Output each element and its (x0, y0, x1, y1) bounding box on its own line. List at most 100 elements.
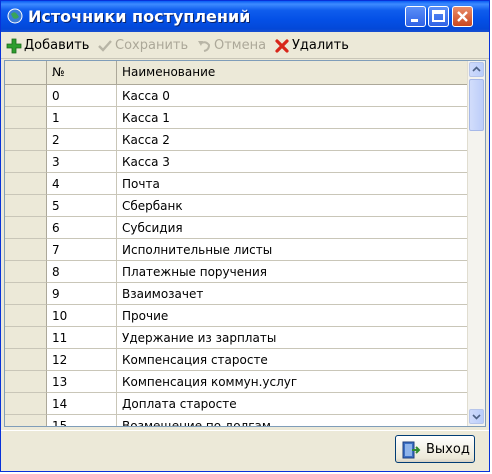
table-row[interactable]: 10 Прочие (5, 305, 469, 327)
save-button[interactable]: Сохранить (97, 37, 189, 55)
table-row[interactable]: 8 Платежные поручения (5, 261, 469, 283)
cell-number[interactable]: 4 (47, 173, 117, 195)
table-row[interactable]: 3 Касса 3 (5, 151, 469, 173)
globe-icon (7, 8, 23, 24)
header-indicator (5, 61, 47, 84)
cell-name[interactable]: Касса 2 (117, 129, 469, 151)
maximize-icon (432, 10, 445, 22)
sources-grid[interactable]: № Наименование 0 Касса 0 1 Касса 1 2 Касса 23… (4, 60, 486, 427)
grid-header: № Наименование (5, 61, 469, 85)
window-title: Источники поступлений (28, 7, 251, 26)
toolbar: Добавить Сохранить Отмена Удалить (1, 33, 489, 59)
row-indicator[interactable] (5, 217, 47, 239)
table-row[interactable]: 1 Касса 1 (5, 107, 469, 129)
checkmark-icon (98, 40, 112, 52)
cancel-button[interactable]: Отмена (196, 37, 268, 55)
table-row[interactable]: 12 Компенсация старосте (5, 349, 469, 371)
cell-number[interactable]: 14 (47, 393, 117, 415)
close-icon (457, 11, 468, 22)
plus-icon (6, 38, 22, 54)
row-indicator[interactable] (5, 371, 47, 393)
scroll-down-arrow-icon (472, 414, 481, 420)
row-indicator[interactable] (5, 349, 47, 371)
cancel-label: Отмена (214, 38, 267, 53)
delete-button[interactable]: Удалить (274, 37, 350, 55)
add-label: Добавить (24, 38, 90, 53)
table-row[interactable]: 7 Исполнительные листы (5, 239, 469, 261)
cell-name[interactable]: Касса 1 (117, 107, 469, 129)
row-indicator[interactable] (5, 173, 47, 195)
cell-number[interactable]: 9 (47, 283, 117, 305)
cell-number[interactable]: 12 (47, 349, 117, 371)
cell-name[interactable]: Платежные поручения (117, 261, 469, 283)
row-indicator[interactable] (5, 305, 47, 327)
cell-name[interactable]: Субсидия (117, 217, 469, 239)
scroll-up-button[interactable] (469, 62, 484, 77)
cell-name[interactable]: Возмещение по долгам (117, 415, 469, 426)
close-button[interactable] (452, 6, 473, 27)
table-row[interactable]: 15 Возмещение по долгам (5, 415, 469, 426)
cell-name[interactable]: Прочие (117, 305, 469, 327)
table-row[interactable]: 2 Касса 2 (5, 129, 469, 151)
cell-name[interactable]: Исполнительные листы (117, 239, 469, 261)
cell-name[interactable]: Касса 3 (117, 151, 469, 173)
exit-button[interactable]: Выход (395, 435, 475, 463)
scroll-down-button[interactable] (469, 409, 484, 424)
cell-name[interactable]: Почта (117, 173, 469, 195)
cell-name[interactable]: Касса 0 (117, 85, 469, 107)
cell-number[interactable]: 0 (47, 85, 117, 107)
row-indicator[interactable] (5, 327, 47, 349)
cell-number[interactable]: 7 (47, 239, 117, 261)
scroll-up-arrow-icon (472, 66, 481, 72)
table-row[interactable]: 6 Субсидия (5, 217, 469, 239)
save-label: Сохранить (115, 38, 189, 53)
row-indicator[interactable] (5, 393, 47, 415)
vertical-scrollbar[interactable] (467, 61, 485, 426)
footer-divider (1, 430, 489, 431)
cell-number[interactable]: 2 (47, 129, 117, 151)
table-row[interactable]: 4 Почта (5, 173, 469, 195)
table-row[interactable]: 14 Доплата старосте (5, 393, 469, 415)
cell-number[interactable]: 15 (47, 415, 117, 426)
cell-number[interactable]: 3 (47, 151, 117, 173)
column-header-name[interactable]: Наименование (117, 61, 469, 84)
undo-icon (198, 41, 211, 52)
cell-number[interactable]: 10 (47, 305, 117, 327)
row-indicator[interactable] (5, 261, 47, 283)
row-indicator[interactable] (5, 283, 47, 305)
row-indicator[interactable] (5, 151, 47, 173)
row-indicator[interactable] (5, 415, 47, 426)
row-indicator[interactable] (5, 107, 47, 129)
cell-name[interactable]: Взаимозачет (117, 283, 469, 305)
row-indicator[interactable] (5, 129, 47, 151)
minimize-button[interactable] (405, 6, 426, 27)
cell-name[interactable]: Доплата старосте (117, 393, 469, 415)
cell-number[interactable]: 6 (47, 217, 117, 239)
table-row[interactable]: 5 Сбербанк (5, 195, 469, 217)
maximize-button[interactable] (428, 6, 449, 27)
exit-door-icon (402, 441, 421, 459)
cell-number[interactable]: 11 (47, 327, 117, 349)
table-row[interactable]: 9 Взаимозачет (5, 283, 469, 305)
table-row[interactable]: 0 Касса 0 (5, 85, 469, 107)
cell-name[interactable]: Удержание из зарплаты (117, 327, 469, 349)
cell-name[interactable]: Компенсация старосте (117, 349, 469, 371)
table-row[interactable]: 11 Удержание из зарплаты (5, 327, 469, 349)
minimize-icon (411, 19, 418, 22)
cell-number[interactable]: 5 (47, 195, 117, 217)
delete-x-icon (275, 39, 289, 53)
title-bar[interactable]: Источники поступлений (1, 1, 489, 32)
row-indicator[interactable] (5, 195, 47, 217)
table-row[interactable]: 13 Компенсация коммун.услуг (5, 371, 469, 393)
cell-name[interactable]: Компенсация коммун.услуг (117, 371, 469, 393)
column-header-number[interactable]: № (47, 61, 117, 84)
row-indicator[interactable] (5, 239, 47, 261)
row-indicator[interactable] (5, 85, 47, 107)
cell-number[interactable]: 1 (47, 107, 117, 129)
cell-name[interactable]: Сбербанк (117, 195, 469, 217)
cell-number[interactable]: 13 (47, 371, 117, 393)
exit-label: Выход (426, 442, 470, 457)
cell-number[interactable]: 8 (47, 261, 117, 283)
add-button[interactable]: Добавить (6, 37, 92, 55)
scroll-thumb[interactable] (469, 79, 484, 131)
